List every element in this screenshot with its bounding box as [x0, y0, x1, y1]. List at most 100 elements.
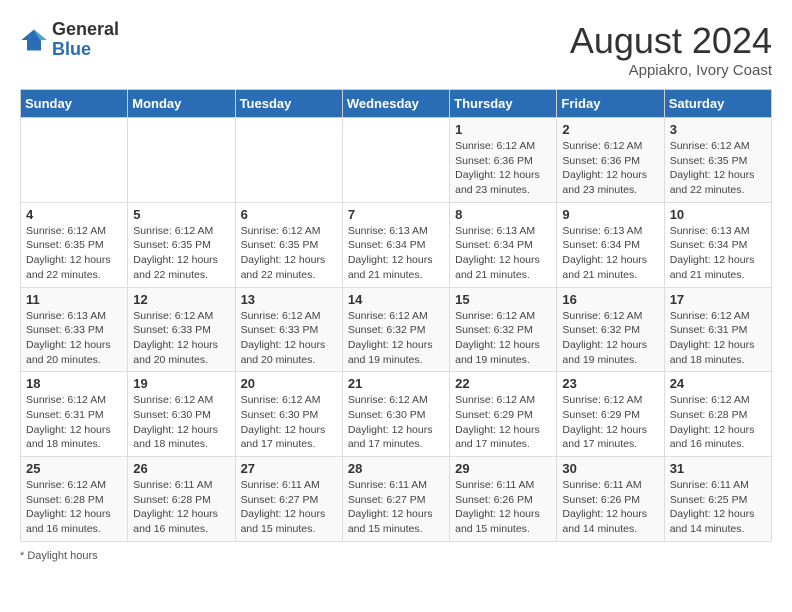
day-info: Sunrise: 6:12 AMSunset: 6:33 PMDaylight:… — [241, 309, 337, 368]
day-info: Sunrise: 6:12 AMSunset: 6:32 PMDaylight:… — [348, 309, 444, 368]
page-header: General Blue August 2024 Appiakro, Ivory… — [20, 20, 772, 79]
calendar-cell: 21 Sunrise: 6:12 AMSunset: 6:30 PMDayligh… — [342, 372, 449, 457]
calendar-cell: 22 Sunrise: 6:12 AMSunset: 6:29 PMDayligh… — [450, 372, 557, 457]
day-number: 13 — [241, 292, 337, 307]
calendar-cell: 12 Sunrise: 6:12 AMSunset: 6:33 PMDayligh… — [128, 287, 235, 372]
day-number: 19 — [133, 376, 229, 391]
day-number: 29 — [455, 461, 551, 476]
day-number: 31 — [670, 461, 766, 476]
day-info: Sunrise: 6:11 AMSunset: 6:25 PMDaylight:… — [670, 478, 766, 537]
day-number: 26 — [133, 461, 229, 476]
day-info: Sunrise: 6:11 AMSunset: 6:26 PMDaylight:… — [562, 478, 658, 537]
day-number: 9 — [562, 207, 658, 222]
calendar-week-row: 18 Sunrise: 6:12 AMSunset: 6:31 PMDayligh… — [21, 372, 772, 457]
logo-icon — [20, 26, 48, 54]
day-info: Sunrise: 6:11 AMSunset: 6:26 PMDaylight:… — [455, 478, 551, 537]
calendar-cell: 15 Sunrise: 6:12 AMSunset: 6:32 PMDayligh… — [450, 287, 557, 372]
day-number: 11 — [26, 292, 122, 307]
day-number: 3 — [670, 122, 766, 137]
day-info: Sunrise: 6:12 AMSunset: 6:31 PMDaylight:… — [670, 309, 766, 368]
day-number: 24 — [670, 376, 766, 391]
logo: General Blue — [20, 20, 119, 60]
day-info: Sunrise: 6:12 AMSunset: 6:36 PMDaylight:… — [455, 139, 551, 198]
day-info: Sunrise: 6:12 AMSunset: 6:28 PMDaylight:… — [26, 478, 122, 537]
day-info: Sunrise: 6:12 AMSunset: 6:32 PMDaylight:… — [455, 309, 551, 368]
calendar-cell: 1 Sunrise: 6:12 AMSunset: 6:36 PMDaylight… — [450, 118, 557, 203]
day-info: Sunrise: 6:12 AMSunset: 6:35 PMDaylight:… — [241, 224, 337, 283]
day-of-week-header: Sunday — [21, 90, 128, 118]
day-number: 23 — [562, 376, 658, 391]
calendar-cell: 20Sunrise: 6:12 AMSunset: 6:30 PMDayligh… — [235, 372, 342, 457]
calendar-cell: 10 Sunrise: 6:13 AMSunset: 6:34 PMDayligh… — [664, 202, 771, 287]
day-info: Sunrise: 6:13 AMSunset: 6:34 PMDaylight:… — [348, 224, 444, 283]
calendar-cell: 17 Sunrise: 6:12 AMSunset: 6:31 PMDayligh… — [664, 287, 771, 372]
calendar-week-row: 11 Sunrise: 6:13 AMSunset: 6:33 PMDayligh… — [21, 287, 772, 372]
day-number: 27 — [241, 461, 337, 476]
day-info: Sunrise: 6:12 AMSunset: 6:33 PMDaylight:… — [133, 309, 229, 368]
day-number: 14 — [348, 292, 444, 307]
day-info: Sunrise: 6:11 AMSunset: 6:27 PMDaylight:… — [241, 478, 337, 537]
day-info: Sunrise: 6:12 AMSunset: 6:35 PMDaylight:… — [26, 224, 122, 283]
calendar-cell: 2 Sunrise: 6:12 AMSunset: 6:36 PMDaylight… — [557, 118, 664, 203]
day-number: 10 — [670, 207, 766, 222]
day-number: 16 — [562, 292, 658, 307]
calendar-table: SundayMondayTuesdayWednesdayThursdayFrid… — [20, 89, 772, 542]
calendar-cell: 18 Sunrise: 6:12 AMSunset: 6:31 PMDayligh… — [21, 372, 128, 457]
day-of-week-header: Tuesday — [235, 90, 342, 118]
day-info: Sunrise: 6:12 AMSunset: 6:36 PMDaylight:… — [562, 139, 658, 198]
day-number: 21 — [348, 376, 444, 391]
calendar-cell — [235, 118, 342, 203]
calendar-cell: 26 Sunrise: 6:11 AMSunset: 6:28 PMDayligh… — [128, 457, 235, 542]
day-number: 28 — [348, 461, 444, 476]
day-info: Sunrise: 6:13 AMSunset: 6:33 PMDaylight:… — [26, 309, 122, 368]
day-of-week-header: Saturday — [664, 90, 771, 118]
day-info: Sunrise: 6:13 AMSunset: 6:34 PMDaylight:… — [455, 224, 551, 283]
day-info: Sunrise: 6:12 AMSunset: 6:28 PMDaylight:… — [670, 393, 766, 452]
day-info: Sunrise: 6:12 AMSunset: 6:32 PMDaylight:… — [562, 309, 658, 368]
day-number: 5 — [133, 207, 229, 222]
calendar-cell: 7 Sunrise: 6:13 AMSunset: 6:34 PMDaylight… — [342, 202, 449, 287]
day-info: Sunrise: 6:11 AMSunset: 6:28 PMDaylight:… — [133, 478, 229, 537]
day-number: 8 — [455, 207, 551, 222]
calendar-cell: 28Sunrise: 6:11 AMSunset: 6:27 PMDayligh… — [342, 457, 449, 542]
calendar-week-row: 4Sunrise: 6:12 AMSunset: 6:35 PMDaylight… — [21, 202, 772, 287]
day-info: Sunrise: 6:12 AMSunset: 6:30 PMDaylight:… — [133, 393, 229, 452]
calendar-cell: 16 Sunrise: 6:12 AMSunset: 6:32 PMDayligh… — [557, 287, 664, 372]
day-info: Sunrise: 6:13 AMSunset: 6:34 PMDaylight:… — [670, 224, 766, 283]
day-of-week-header: Wednesday — [342, 90, 449, 118]
day-info: Sunrise: 6:13 AMSunset: 6:34 PMDaylight:… — [562, 224, 658, 283]
day-info: Sunrise: 6:12 AMSunset: 6:30 PMDaylight:… — [348, 393, 444, 452]
calendar-week-row: 25Sunrise: 6:12 AMSunset: 6:28 PMDayligh… — [21, 457, 772, 542]
location: Appiakro, Ivory Coast — [570, 62, 772, 79]
calendar-cell — [342, 118, 449, 203]
calendar-cell: 8 Sunrise: 6:13 AMSunset: 6:34 PMDaylight… — [450, 202, 557, 287]
day-number: 15 — [455, 292, 551, 307]
calendar-cell: 31 Sunrise: 6:11 AMSunset: 6:25 PMDayligh… — [664, 457, 771, 542]
day-number: 18 — [26, 376, 122, 391]
month-year: August 2024 — [570, 20, 772, 62]
calendar-week-row: 1 Sunrise: 6:12 AMSunset: 6:36 PMDaylight… — [21, 118, 772, 203]
calendar-cell: 29 Sunrise: 6:11 AMSunset: 6:26 PMDayligh… — [450, 457, 557, 542]
day-number: 7 — [348, 207, 444, 222]
day-number: 12 — [133, 292, 229, 307]
day-info: Sunrise: 6:12 AMSunset: 6:29 PMDaylight:… — [455, 393, 551, 452]
day-number: 2 — [562, 122, 658, 137]
calendar-cell: 23 Sunrise: 6:12 AMSunset: 6:29 PMDayligh… — [557, 372, 664, 457]
calendar-cell: 6 Sunrise: 6:12 AMSunset: 6:35 PMDaylight… — [235, 202, 342, 287]
title-block: August 2024 Appiakro, Ivory Coast — [570, 20, 772, 79]
day-number: 17 — [670, 292, 766, 307]
day-number: 6 — [241, 207, 337, 222]
calendar-cell: 13 Sunrise: 6:12 AMSunset: 6:33 PMDayligh… — [235, 287, 342, 372]
day-number: 1 — [455, 122, 551, 137]
day-of-week-header: Monday — [128, 90, 235, 118]
day-info: Sunrise: 6:12 AMSunset: 6:31 PMDaylight:… — [26, 393, 122, 452]
calendar-cell: 11 Sunrise: 6:13 AMSunset: 6:33 PMDayligh… — [21, 287, 128, 372]
footer-note: * Daylight hours — [20, 550, 772, 562]
calendar-cell: 24 Sunrise: 6:12 AMSunset: 6:28 PMDayligh… — [664, 372, 771, 457]
day-number: 22 — [455, 376, 551, 391]
calendar-header-row: SundayMondayTuesdayWednesdayThursdayFrid… — [21, 90, 772, 118]
calendar-cell: 3Sunrise: 6:12 AMSunset: 6:35 PMDaylight… — [664, 118, 771, 203]
calendar-cell — [128, 118, 235, 203]
day-info: Sunrise: 6:12 AMSunset: 6:29 PMDaylight:… — [562, 393, 658, 452]
calendar-cell: 4Sunrise: 6:12 AMSunset: 6:35 PMDaylight… — [21, 202, 128, 287]
